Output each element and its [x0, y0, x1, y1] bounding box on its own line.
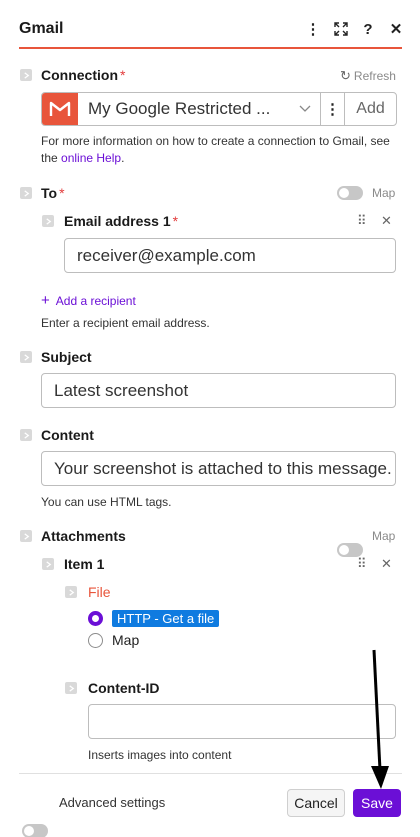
- drag-handle-icon[interactable]: ⠿: [357, 213, 367, 229]
- advanced-settings-toggle[interactable]: [22, 824, 48, 837]
- radio-option-map[interactable]: Map: [88, 632, 139, 648]
- chevron-right-icon[interactable]: [42, 215, 54, 227]
- expand-icon[interactable]: [330, 18, 352, 40]
- radio-option-http[interactable]: HTTP - Get a file: [88, 610, 220, 627]
- attachments-label: Attachments: [41, 528, 126, 544]
- header-divider: [19, 47, 402, 49]
- advanced-settings-label: Advanced settings: [59, 795, 166, 810]
- chevron-right-icon[interactable]: [20, 429, 32, 441]
- required-mark: *: [120, 67, 126, 83]
- annotation-arrow-icon: [371, 649, 389, 789]
- radio-selected-icon: [88, 611, 103, 626]
- close-icon[interactable]: ✕: [385, 18, 407, 40]
- refresh-icon: ↻: [340, 68, 351, 83]
- subject-label: Subject: [41, 349, 92, 365]
- gmail-logo-icon: [42, 93, 78, 125]
- chevron-right-icon[interactable]: [20, 69, 32, 81]
- required-mark: *: [59, 185, 65, 201]
- chevron-down-icon[interactable]: [290, 93, 320, 125]
- required-mark: *: [172, 213, 179, 229]
- content-label: Content: [41, 427, 94, 443]
- map-toggle[interactable]: [337, 186, 363, 200]
- email-address-label: Email address 1 *: [64, 213, 179, 229]
- more-options-icon[interactable]: ⋮: [302, 18, 324, 40]
- connection-label: Connection *: [41, 67, 126, 83]
- remove-item-icon[interactable]: ✕: [381, 556, 392, 572]
- connection-select[interactable]: My Google Restricted ... ⋮ Add: [41, 92, 397, 126]
- connection-help: For more information on how to create a …: [41, 134, 390, 165]
- to-help: Enter a recipient email address.: [41, 316, 210, 330]
- map-label: Map: [372, 529, 396, 543]
- radio-unselected-icon: [88, 632, 103, 648]
- attachment-item-label: Item 1: [64, 556, 105, 572]
- connection-more-icon[interactable]: ⋮: [320, 93, 344, 125]
- file-label: File: [88, 584, 111, 600]
- chevron-right-icon[interactable]: [65, 682, 77, 694]
- connection-value: My Google Restricted ...: [88, 99, 271, 118]
- radio-option-label: Map: [112, 632, 140, 648]
- subject-input[interactable]: Latest screenshot: [41, 373, 396, 408]
- add-connection-button[interactable]: Add: [344, 93, 396, 125]
- chevron-right-icon[interactable]: [20, 351, 32, 363]
- content-input[interactable]: Your screenshot is attached to this mess…: [41, 451, 396, 486]
- chevron-right-icon[interactable]: [20, 530, 32, 542]
- online-help-link[interactable]: online Help: [61, 151, 121, 165]
- add-recipient-button[interactable]: + Add a recipient: [41, 292, 136, 309]
- drag-handle-icon[interactable]: ⠿: [357, 556, 367, 572]
- footer-divider: [19, 773, 402, 774]
- refresh-button[interactable]: ↻ Refresh: [340, 68, 396, 84]
- content-id-help: Inserts images into content: [88, 748, 232, 762]
- chevron-right-icon[interactable]: [20, 187, 32, 199]
- cancel-button[interactable]: Cancel: [287, 789, 345, 817]
- content-id-label: Content-ID: [88, 680, 160, 696]
- remove-item-icon[interactable]: ✕: [381, 213, 392, 229]
- help-icon[interactable]: ?: [357, 18, 379, 40]
- email-address-input[interactable]: receiver@example.com: [64, 238, 396, 273]
- content-id-input[interactable]: [88, 704, 396, 739]
- map-toggle[interactable]: [337, 543, 363, 557]
- plus-icon: +: [41, 292, 50, 309]
- radio-option-label: HTTP - Get a file: [112, 610, 220, 627]
- map-label: Map: [372, 186, 396, 200]
- to-label: To *: [41, 185, 65, 201]
- panel-title: Gmail: [19, 20, 64, 37]
- save-button[interactable]: Save: [353, 789, 401, 817]
- chevron-right-icon[interactable]: [42, 558, 54, 570]
- content-help: You can use HTML tags.: [41, 495, 172, 509]
- chevron-right-icon[interactable]: [65, 586, 77, 598]
